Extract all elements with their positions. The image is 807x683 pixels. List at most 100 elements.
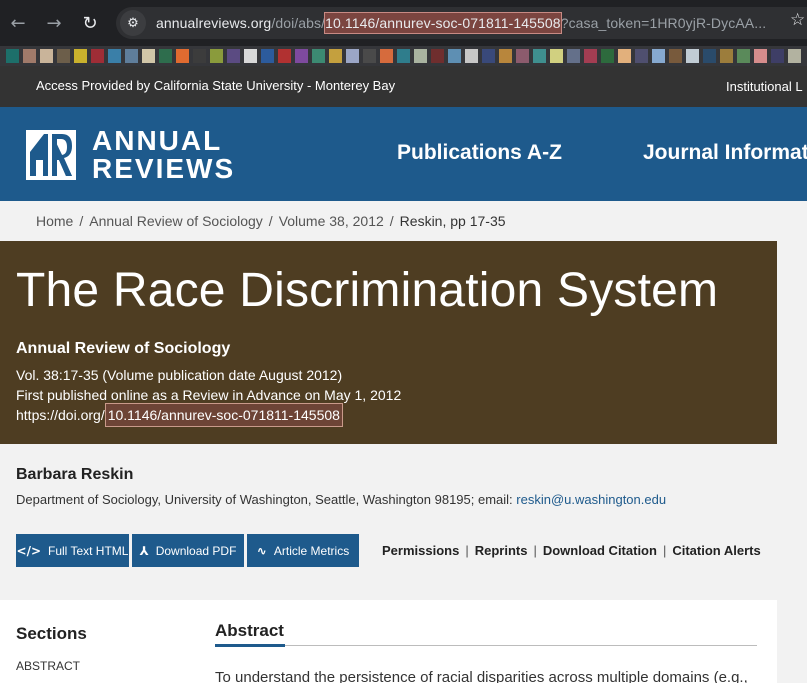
reprints-link[interactable]: Reprints [475, 543, 528, 558]
bookmark-favicon-icon[interactable] [227, 49, 240, 63]
nav-journal-information[interactable]: Journal Informat [643, 141, 807, 165]
sections-item-abstract[interactable]: ABSTRACT [16, 659, 80, 673]
address-bar[interactable]: ⚙ annualreviews.org/doi/abs/10.1146/annu… [116, 7, 807, 39]
sections-heading: Sections [16, 624, 87, 643]
bookmark-favicon-icon[interactable] [584, 49, 597, 63]
breadcrumb-separator: / [268, 213, 273, 229]
abstract-underline [215, 644, 285, 647]
article-links: Permissions | Reprints | Download Citation | C… [382, 543, 761, 558]
article-metrics-label: Article Metrics [273, 543, 350, 558]
bookmark-favicon-icon[interactable] [6, 49, 19, 63]
bookmark-favicon-icon[interactable] [550, 49, 563, 63]
bookmark-favicon-icon[interactable] [363, 49, 376, 63]
reload-icon[interactable]: ↻ [77, 10, 103, 36]
breadcrumb-journal[interactable]: Annual Review of Sociology [89, 213, 263, 229]
bookmark-favicon-icon[interactable] [720, 49, 733, 63]
bookmark-favicon-icon[interactable] [312, 49, 325, 63]
citation-alerts-link[interactable]: Citation Alerts [672, 543, 760, 558]
bookmark-favicon-icon[interactable] [329, 49, 342, 63]
doi-prefix: https://doi.org/ [16, 407, 105, 423]
bookmark-favicon-icon[interactable] [754, 49, 767, 63]
bookmark-favicon-icon[interactable] [601, 49, 614, 63]
bookmark-favicon-icon[interactable] [431, 49, 444, 63]
bookmark-favicon-icon[interactable] [91, 49, 104, 63]
breadcrumb: Home / Annual Review of Sociology / Volume 3… [36, 213, 506, 229]
author-email-link[interactable]: reskin@u.washington.edu [516, 492, 666, 507]
forward-arrow-icon[interactable]: → [41, 10, 67, 36]
breadcrumb-separator: / [389, 213, 394, 229]
download-citation-link[interactable]: Download Citation [543, 543, 657, 558]
bookmark-favicon-icon[interactable] [533, 49, 546, 63]
annual-reviews-logo[interactable]: ANNUAL REVIEWS [26, 127, 235, 183]
bookmark-favicon-icon[interactable] [346, 49, 359, 63]
volume-info: Vol. 38:17-35 (Volume publication date A… [16, 367, 343, 383]
bookmark-favicon-icon[interactable] [295, 49, 308, 63]
permissions-link[interactable]: Permissions [382, 543, 459, 558]
bookmark-favicon-icon[interactable] [397, 49, 410, 63]
link-separator: | [465, 543, 469, 558]
logo-line-1: ANNUAL [92, 125, 223, 156]
url-text[interactable]: annualreviews.org/doi/abs/10.1146/annure… [156, 12, 767, 34]
bookmark-favicon-icon[interactable] [686, 49, 699, 63]
breadcrumb-volume[interactable]: Volume 38, 2012 [279, 213, 384, 229]
institutional-login-link[interactable]: Institutional L [726, 79, 803, 94]
bookmark-favicon-icon[interactable] [57, 49, 70, 63]
bookmark-favicon-icon[interactable] [771, 49, 784, 63]
url-query: ?casa_token=1HR0yjR-DycAA... [560, 15, 767, 31]
bookmark-favicon-icon[interactable] [737, 49, 750, 63]
breadcrumb-home[interactable]: Home [36, 213, 73, 229]
bookmark-favicon-icon[interactable] [652, 49, 665, 63]
bookmark-favicon-icon[interactable] [703, 49, 716, 63]
bookmark-favicon-icon[interactable] [261, 49, 274, 63]
bookmark-favicon-icon[interactable] [125, 49, 138, 63]
bookmark-favicon-icon[interactable] [788, 49, 801, 63]
affiliation-text: Department of Sociology, University of W… [16, 492, 517, 507]
url-host: annualreviews.org [156, 15, 272, 31]
content-card: Sections ABSTRACT Abstract To understand… [0, 600, 777, 683]
bookmark-favicon-icon[interactable] [516, 49, 529, 63]
bookmark-favicon-icon[interactable] [108, 49, 121, 63]
access-bar: Access Provided by California State Univ… [0, 66, 807, 107]
bookmark-favicon-icon[interactable] [465, 49, 478, 63]
logo-wordmark: ANNUAL REVIEWS [92, 127, 235, 183]
bookmark-favicon-icon[interactable] [448, 49, 461, 63]
bookmark-favicon-icon[interactable] [159, 49, 172, 63]
link-separator: | [662, 543, 667, 558]
link-separator: | [533, 543, 537, 558]
author-affiliation: Department of Sociology, University of W… [16, 492, 666, 507]
bookmark-favicon-icon[interactable] [244, 49, 257, 63]
bookmark-favicon-icon[interactable] [142, 49, 155, 63]
bookmark-favicon-icon[interactable] [176, 49, 189, 63]
nav-publications-az[interactable]: Publications A-Z [397, 141, 562, 165]
bookmark-favicon-icon[interactable] [669, 49, 682, 63]
bookmark-favicon-icon[interactable] [380, 49, 393, 63]
download-pdf-button[interactable]: ⅄ Download PDF [132, 534, 244, 567]
bookmark-favicon-icon[interactable] [414, 49, 427, 63]
author-name[interactable]: Barbara Reskin [16, 466, 133, 484]
article-title: The Race Discrimination System [16, 264, 719, 317]
bookmark-favicon-icon[interactable] [23, 49, 36, 63]
bookmark-favicon-icon[interactable] [193, 49, 206, 63]
bookmark-favicon-icon[interactable] [618, 49, 631, 63]
bookmark-favicon-icon[interactable] [635, 49, 648, 63]
code-icon: </> [16, 543, 42, 558]
full-text-html-button[interactable]: </> Full Text HTML [16, 534, 129, 567]
journal-name[interactable]: Annual Review of Sociology [16, 340, 230, 358]
full-text-html-label: Full Text HTML [48, 543, 129, 558]
metrics-icon: ∿ [256, 543, 267, 558]
browser-toolbar: ← → ↻ ⚙ annualreviews.org/doi/abs/10.114… [0, 0, 807, 46]
article-banner: The Race Discrimination System Annual Re… [0, 241, 777, 444]
bookmark-favicon-icon[interactable] [40, 49, 53, 63]
doi-link[interactable]: 10.1146/annurev-soc-071811-145508 [104, 403, 343, 427]
bookmarks-bar [0, 46, 807, 66]
bookmark-star-icon[interactable]: ☆ [790, 10, 805, 30]
bookmark-favicon-icon[interactable] [210, 49, 223, 63]
article-metrics-button[interactable]: ∿ Article Metrics [247, 534, 359, 567]
bookmark-favicon-icon[interactable] [567, 49, 580, 63]
site-info-icon[interactable]: ⚙ [120, 10, 146, 36]
bookmark-favicon-icon[interactable] [499, 49, 512, 63]
back-arrow-icon[interactable]: ← [5, 10, 31, 36]
bookmark-favicon-icon[interactable] [74, 49, 87, 63]
bookmark-favicon-icon[interactable] [482, 49, 495, 63]
bookmark-favicon-icon[interactable] [278, 49, 291, 63]
